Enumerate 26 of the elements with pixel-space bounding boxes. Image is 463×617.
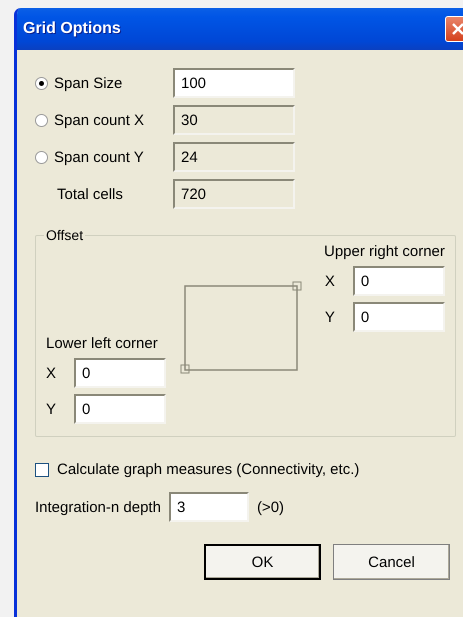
axis-label: X — [46, 364, 58, 382]
coordinate-field[interactable]: 0 — [74, 358, 166, 388]
option-label: Span count Y — [54, 148, 144, 166]
radio-button[interactable] — [35, 76, 48, 90]
corner-label: Lower left corner — [46, 335, 159, 352]
depth-label: Integration-n depth — [35, 498, 161, 516]
dialog-button[interactable]: Cancel — [333, 544, 450, 580]
checkbox-label: Calculate graph measures (Connectivity, etc.) — [57, 461, 360, 478]
option-label: Span count X — [54, 112, 144, 128]
value-field[interactable]: 100 — [173, 68, 295, 98]
dialog-button[interactable]: OK — [204, 544, 321, 580]
coordinate-field[interactable]: 0 — [352, 302, 445, 332]
axis-label: X — [324, 272, 336, 290]
option-label: Span Size — [54, 74, 122, 92]
axis-label: Y — [46, 400, 58, 418]
close-icon — [451, 22, 463, 36]
depth-hint: (>0) — [256, 498, 284, 516]
coordinate-field[interactable]: 0 — [352, 266, 445, 296]
window-title: Grid Options — [23, 20, 121, 38]
coordinate-field[interactable]: 0 — [74, 394, 166, 424]
option-label: Total cells — [57, 186, 123, 202]
axis-label: Y — [324, 308, 336, 326]
checkbox[interactable] — [35, 462, 49, 476]
corner-label: Upper right corner — [324, 243, 445, 260]
group-title: Offset — [45, 227, 84, 243]
depth-field[interactable]: 3 — [168, 492, 249, 522]
